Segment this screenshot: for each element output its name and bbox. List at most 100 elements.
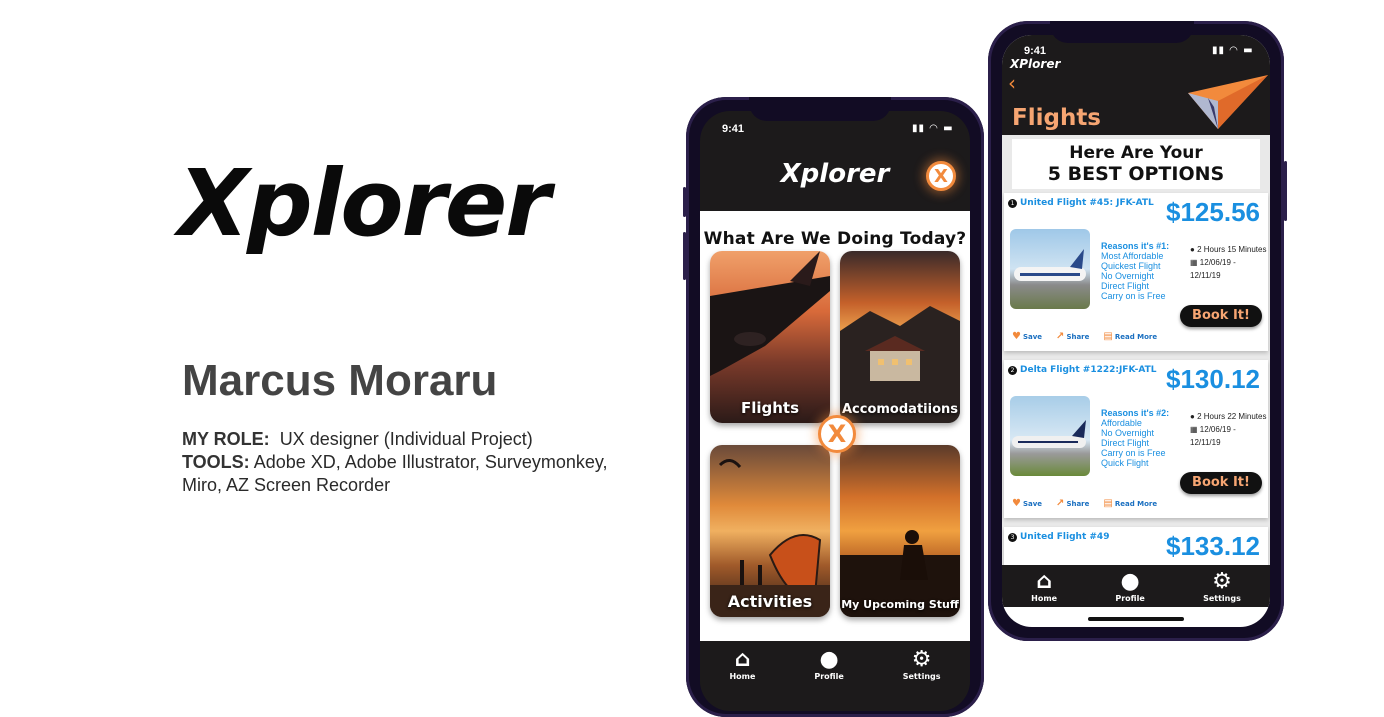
gear-icon: ⚙	[911, 646, 932, 672]
phone-home-screen: 9:41 ▮▮ ◠ ▬ Xplorer X What Are We Doing …	[683, 97, 984, 717]
app-name: XPlorer	[1010, 57, 1061, 71]
tile-label: Activities	[727, 592, 813, 611]
reason-item: Quickest Flight	[1101, 261, 1161, 271]
flight-price: $130.12	[1166, 364, 1260, 394]
reason-item: No Overnight	[1101, 428, 1155, 438]
flight-duration: 2 Hours 15 Minutes	[1197, 245, 1267, 254]
flight-meta: ● 2 Hours 15 Minutes ▦ 12/06/19 - 12/11/…	[1190, 243, 1268, 282]
tile-flights[interactable]: Flights	[710, 251, 830, 423]
read-more-label: Read More	[1114, 500, 1158, 508]
tools-value: Adobe XD, Adobe Illustrator, Surveymonke…	[253, 452, 608, 472]
save-label: Save	[1022, 333, 1043, 341]
reason-item: Carry on is Free	[1101, 448, 1166, 458]
paper-plane-icon	[1188, 75, 1268, 129]
heart-icon: ♥	[1012, 331, 1021, 342]
banner-line2: 5 BEST OPTIONS	[1047, 163, 1225, 185]
project-info: MY ROLE: UX designer (Individual Project…	[182, 428, 608, 497]
mountain-lodge-photo	[840, 306, 960, 423]
tab-label: Profile	[1115, 593, 1145, 603]
tools-label: TOOLS:	[182, 452, 250, 472]
reason-item: Direct Flight	[1101, 438, 1150, 448]
home-icon: ⌂	[734, 646, 751, 672]
side-button	[1284, 161, 1287, 221]
tab-label: Profile	[814, 671, 844, 681]
tile-label: My Upcoming Stuff	[841, 598, 959, 611]
banner-line1: Here Are Your	[1069, 143, 1203, 163]
status-time: 9:41	[1024, 45, 1047, 57]
airplane-graphic	[1012, 420, 1086, 448]
read-more-button[interactable]: ▤ Read More	[1103, 331, 1157, 342]
reasons-list: Reasons it's #2: Affordable No Overnight…	[1101, 408, 1169, 468]
profile-icon: ●	[819, 646, 839, 672]
flight-name[interactable]: United Flight #45: JFK-ATL	[1020, 198, 1154, 208]
tile-accomodations[interactable]: Accomodatiions	[840, 251, 960, 423]
back-chevron-icon[interactable]: ‹	[1008, 71, 1016, 95]
phone-notch	[1050, 21, 1194, 43]
tab-home[interactable]: ⌂ Home	[1031, 569, 1057, 603]
tab-label: Settings	[1203, 593, 1241, 603]
calendar-icon: ▦	[1190, 258, 1198, 267]
flights-header: 9:41 ▮▮ ◠ ▬ XPlorer ‹ Flights	[1002, 35, 1270, 135]
bottom-tab-bar: ⌂ Home ● Profile ⚙ Settings	[1002, 565, 1270, 607]
flight-name[interactable]: Delta Flight #1222:JFK-ATL	[1020, 365, 1157, 375]
flight-card[interactable]: 2 Delta Flight #1222:JFK-ATL $130.12 Rea…	[1004, 360, 1268, 518]
bottom-tab-bar: ⌂ Home ● Profile ⚙ Settings	[700, 641, 970, 687]
book-it-button[interactable]: Book It!	[1180, 472, 1262, 494]
phone-flights-screen: 9:41 ▮▮ ◠ ▬ XPlorer ‹ Flights Here Are Y…	[988, 21, 1287, 641]
tab-settings[interactable]: ⚙ Settings	[1203, 569, 1241, 603]
calendar-icon: ▦	[1190, 425, 1198, 434]
best-options-banner: Here Are Your 5 BEST OPTIONS	[1012, 139, 1260, 189]
card-actions: ♥ Save ↗ Share ▤ Read More	[1012, 331, 1157, 342]
tile-upcoming[interactable]: My Upcoming Stuff	[840, 445, 960, 617]
reason-item: Affordable	[1101, 418, 1142, 428]
reasons-title: Reasons it's #1:	[1101, 241, 1170, 251]
flight-price: $125.56	[1166, 197, 1260, 227]
reason-item: Most Affordable	[1101, 251, 1164, 261]
share-button[interactable]: ↗ Share	[1056, 498, 1089, 509]
share-label: Share	[1066, 333, 1090, 341]
read-more-button[interactable]: ▤ Read More	[1103, 498, 1157, 509]
share-icon: ↗	[1056, 498, 1065, 509]
airplane-photo	[1010, 229, 1090, 309]
book-it-button[interactable]: Book It!	[1180, 305, 1262, 327]
rank-badge: 3	[1008, 533, 1017, 542]
center-x-badge[interactable]: X	[818, 415, 856, 453]
tile-label: Flights	[740, 399, 800, 417]
status-time: 9:41	[722, 123, 745, 135]
phone-screen: 9:41 ▮▮ ◠ ▬ XPlorer ‹ Flights Here Are Y…	[1002, 35, 1270, 627]
share-label: Share	[1066, 500, 1090, 508]
tab-home[interactable]: ⌂ Home	[729, 646, 756, 681]
airplane-graphic	[1014, 249, 1086, 281]
tab-settings[interactable]: ⚙ Settings	[903, 646, 941, 681]
rank-badge: 1	[1008, 199, 1017, 208]
page-title: Flights	[1012, 105, 1102, 131]
beach-sunset-photo	[840, 530, 960, 617]
reason-item: Direct Flight	[1101, 281, 1150, 291]
reason-item: No Overnight	[1101, 271, 1155, 281]
tab-profile[interactable]: ● Profile	[1115, 568, 1145, 603]
flight-card[interactable]: 3 United Flight #49 $133.12	[1004, 527, 1268, 567]
heart-icon: ♥	[1012, 498, 1021, 509]
share-icon: ↗	[1056, 331, 1065, 342]
role-label: MY ROLE:	[182, 429, 270, 449]
flight-meta: ● 2 Hours 22 Minutes ▦ 12/06/19 - 12/11/…	[1190, 410, 1268, 449]
document-icon: ▤	[1103, 331, 1113, 342]
reasons-title: Reasons it's #2:	[1101, 408, 1170, 418]
profile-icon: ●	[1120, 568, 1140, 594]
tab-profile[interactable]: ● Profile	[814, 646, 844, 681]
flight-price: $133.12	[1166, 531, 1260, 561]
save-button[interactable]: ♥ Save	[1012, 498, 1042, 509]
document-icon: ▤	[1103, 498, 1113, 509]
flight-name[interactable]: United Flight #49	[1020, 532, 1109, 542]
tab-label: Home	[729, 671, 756, 681]
plane-wing-photo	[710, 251, 830, 376]
card-actions: ♥ Save ↗ Share ▤ Read More	[1012, 498, 1157, 509]
flight-card[interactable]: 1 United Flight #45: JFK-ATL $125.56 Rea…	[1004, 193, 1268, 351]
brand-logo-text: Xplorer	[178, 150, 551, 257]
close-badge-button[interactable]: X	[926, 161, 956, 191]
share-button[interactable]: ↗ Share	[1056, 331, 1089, 342]
tile-activities[interactable]: Activities	[710, 445, 830, 617]
reason-item: Carry on is Free	[1101, 291, 1166, 301]
status-icons: ▮▮ ◠ ▬	[1212, 45, 1254, 56]
save-button[interactable]: ♥ Save	[1012, 331, 1042, 342]
